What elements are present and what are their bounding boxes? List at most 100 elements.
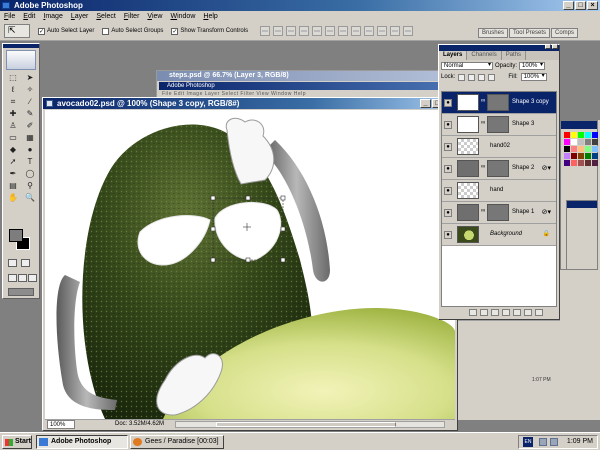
- vector-mask-thumbnail[interactable]: [487, 204, 509, 221]
- layer-thumbnail[interactable]: [457, 116, 479, 133]
- opacity-field[interactable]: 100%: [519, 62, 546, 70]
- fill-field[interactable]: 100%: [520, 73, 547, 81]
- align-bottom-icon[interactable]: [286, 26, 297, 36]
- swatch-cell[interactable]: [592, 146, 598, 152]
- vector-mask-thumbnail[interactable]: [487, 116, 509, 133]
- swatch-cell[interactable]: [571, 139, 577, 145]
- menu-image[interactable]: Image: [43, 11, 62, 22]
- fx-icon[interactable]: ⊘▾: [542, 208, 551, 216]
- eye-icon[interactable]: ●: [444, 187, 452, 195]
- swatch-cell[interactable]: [564, 146, 570, 152]
- swatch-cell[interactable]: [585, 139, 591, 145]
- marquee-tool-icon[interactable]: ⬚: [5, 72, 21, 83]
- swatch-cell[interactable]: [592, 160, 598, 166]
- chain-link-icon[interactable]: ∞: [481, 98, 485, 104]
- eye-icon[interactable]: ●: [444, 209, 452, 217]
- menu-select[interactable]: Select: [96, 11, 115, 22]
- document-size-info[interactable]: Doc: 3.52M/4.62M: [115, 420, 164, 429]
- menu-help[interactable]: Help: [203, 11, 217, 22]
- layer-thumbnail[interactable]: [457, 204, 479, 221]
- move-tool-icon[interactable]: ➤: [22, 72, 38, 83]
- auto-select-groups-checkbox[interactable]: Auto Select Groups: [102, 27, 163, 35]
- layer-row[interactable]: ● Background 🔒: [442, 224, 556, 246]
- trash-icon[interactable]: [535, 308, 543, 316]
- palette-tab-comps[interactable]: Comps: [550, 28, 578, 38]
- swatch-cell[interactable]: [585, 160, 591, 166]
- fx-icon[interactable]: ⊘▾: [542, 164, 551, 172]
- swatch-cell[interactable]: [592, 139, 598, 145]
- new-group-icon[interactable]: [502, 308, 510, 316]
- menu-layer[interactable]: Layer: [71, 11, 89, 22]
- swatch-cell[interactable]: [571, 132, 577, 138]
- lock-position-icon[interactable]: [478, 73, 486, 81]
- zoom-field[interactable]: 100%: [47, 420, 75, 429]
- distribute-top-icon[interactable]: [338, 26, 349, 36]
- layer-thumbnail[interactable]: [457, 138, 479, 155]
- menu-edit[interactable]: Edit: [23, 11, 35, 22]
- start-button[interactable]: Start: [2, 435, 32, 449]
- tab-paths[interactable]: Paths: [502, 51, 527, 60]
- checkbox-box[interactable]: [102, 27, 110, 35]
- lock-transparency-icon[interactable]: [458, 73, 466, 81]
- swatch-cell[interactable]: [578, 132, 584, 138]
- palette-tab-brushes[interactable]: Brushes: [477, 28, 508, 38]
- chain-link-icon[interactable]: ∞: [481, 208, 485, 214]
- tray-network-icon[interactable]: [539, 438, 547, 446]
- language-indicator[interactable]: EN: [523, 437, 533, 447]
- adjustment-layer-icon[interactable]: [513, 308, 521, 316]
- align-left-icon[interactable]: [299, 26, 310, 36]
- eye-icon[interactable]: ●: [444, 165, 452, 173]
- main-document-titlebar[interactable]: avocado02.psd @ 100% (Shape 3 copy, RGB/…: [43, 98, 457, 109]
- quick-mask-mode-icon[interactable]: [21, 259, 30, 267]
- palette-tab-tool-presets[interactable]: Tool Presets: [508, 28, 550, 38]
- distribute-hcenter-icon[interactable]: [390, 26, 401, 36]
- blur-tool-icon[interactable]: ◆: [5, 144, 21, 155]
- close-button[interactable]: ×: [587, 1, 598, 10]
- eye-icon[interactable]: ●: [444, 121, 452, 129]
- healing-brush-tool-icon[interactable]: ✚: [5, 108, 21, 119]
- gradient-tool-icon[interactable]: ▦: [22, 132, 38, 143]
- auto-select-layer-checkbox[interactable]: ✓ Auto Select Layer: [38, 27, 94, 35]
- align-right-icon[interactable]: [325, 26, 336, 36]
- layer-row[interactable]: ● ∞ Shape 2 ⊘▾: [442, 158, 556, 180]
- eye-icon[interactable]: ●: [444, 99, 452, 107]
- history-brush-tool-icon[interactable]: ✐: [22, 120, 38, 131]
- chain-link-icon[interactable]: ∞: [481, 164, 485, 170]
- layer-row[interactable]: ● ∞ Shape 3: [442, 114, 556, 136]
- lock-image-icon[interactable]: [468, 73, 476, 81]
- tool-preset-picker[interactable]: [4, 24, 30, 38]
- swatch-cell[interactable]: [592, 132, 598, 138]
- chain-link-icon[interactable]: ∞: [481, 120, 485, 126]
- notes-tool-icon[interactable]: ▤: [5, 180, 21, 191]
- checkbox-box[interactable]: ✓: [171, 27, 179, 35]
- pen-tool-icon[interactable]: ✒: [5, 168, 21, 179]
- layer-mask-icon[interactable]: [491, 308, 499, 316]
- panel-minimize-button[interactable]: [545, 44, 551, 49]
- new-layer-icon[interactable]: [524, 308, 532, 316]
- zoom-tool-icon[interactable]: 🔍: [22, 192, 38, 203]
- type-tool-icon[interactable]: T: [22, 156, 38, 167]
- lock-all-icon[interactable]: [488, 73, 496, 81]
- menu-window[interactable]: Window: [170, 11, 195, 22]
- clone-stamp-tool-icon[interactable]: ♙: [5, 120, 21, 131]
- swatch-cell[interactable]: [571, 153, 577, 159]
- menu-filter[interactable]: Filter: [124, 11, 140, 22]
- task-media-player[interactable]: Gees / Paradise [00:03]: [130, 435, 224, 449]
- hand-tool-icon[interactable]: ✋: [5, 192, 21, 203]
- vector-mask-thumbnail[interactable]: [487, 160, 509, 177]
- full-screen-menu-icon[interactable]: [18, 274, 27, 282]
- layer-row[interactable]: ● hand02: [442, 136, 556, 158]
- slice-tool-icon[interactable]: ∕: [22, 96, 38, 107]
- swatch-cell[interactable]: [578, 153, 584, 159]
- doc-minimize-button[interactable]: _: [420, 99, 431, 108]
- document-canvas[interactable]: [45, 110, 455, 419]
- photoshop-logo[interactable]: [6, 50, 36, 70]
- layer-thumbnail[interactable]: [457, 182, 479, 199]
- align-top-icon[interactable]: [260, 26, 271, 36]
- align-hcenter-icon[interactable]: [312, 26, 323, 36]
- task-photoshop[interactable]: Adobe Photoshop: [36, 435, 128, 449]
- layer-thumbnail[interactable]: [457, 226, 479, 243]
- maximize-button[interactable]: □: [575, 1, 586, 10]
- checkbox-box[interactable]: ✓: [38, 27, 45, 35]
- swatch-cell[interactable]: [578, 139, 584, 145]
